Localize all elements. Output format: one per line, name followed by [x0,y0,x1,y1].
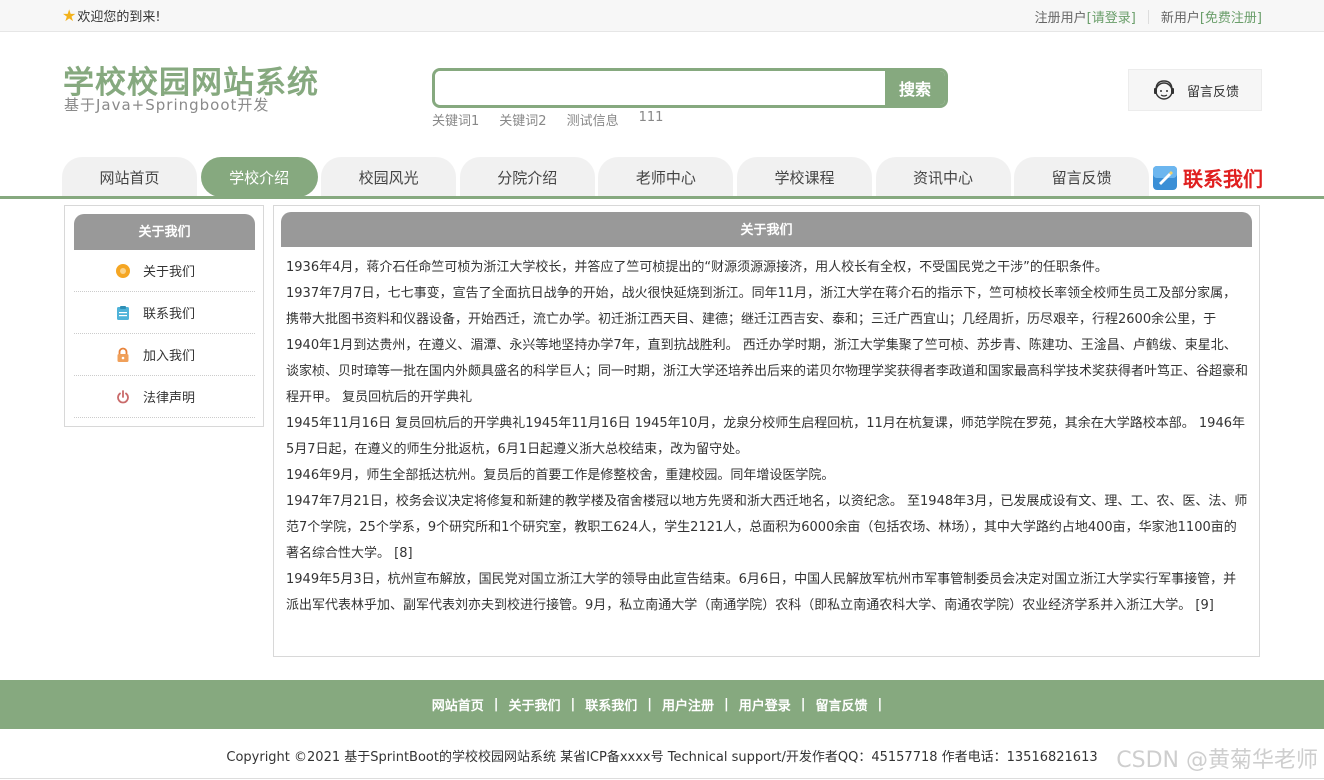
footer-separator: | [647,697,652,712]
footer-link-about[interactable]: 关于我们 [508,695,560,714]
sidebar-item-legal[interactable]: 法律声明 [74,376,255,418]
power-icon [117,389,129,403]
main-nav: 网站首页 学校介绍 校园风光 分院介绍 老师中心 学校课程 资讯中心 留言反馈 [62,157,1153,197]
keyword-link[interactable]: 关键词1 [432,110,479,129]
article-paragraph: 1946年9月，师生全部抵达杭州。复员后的首要工作是修整校舍，重建校园。同年增设… [286,468,835,483]
welcome-message: ★ 欢迎您的到来! [62,6,161,25]
register-link[interactable]: [免费注册] [1200,7,1262,26]
customer-service-icon [1154,80,1174,100]
top-bar: ★ 欢迎您的到来! 注册用户 [请登录] 新用户 [免费注册] [0,0,1324,32]
footer-nav: 网站首页 | 关于我们 | 联系我们 | 用户注册 | 用户登录 | 留言反馈 | [0,680,1324,729]
hot-keywords: 关键词1 关键词2 测试信息 111 [432,110,663,129]
footer-link-feedback[interactable]: 留言反馈 [816,695,868,714]
sidebar-item-label: 加入我们 [143,349,196,364]
sidebar-menu: 关于我们 联系我们 加入我们 法律声明 [74,250,255,418]
sidebar: 关于我们 关于我们 联系我们 加入我们 法律声明 [64,205,264,427]
nav-item-home[interactable]: 网站首页 [62,157,197,197]
nav-item-branch-intro[interactable]: 分院介绍 [459,157,595,197]
site-subtitle: 基于Java+Springboot开发 [64,96,270,114]
nav-item-teacher-center[interactable]: 老师中心 [598,157,734,197]
content-title: 关于我们 [281,212,1252,247]
footer-link-register[interactable]: 用户注册 [662,695,714,714]
content-panel: 关于我们 1936年4月，蒋介石任命竺可桢为浙江大学校长，并答应了竺可桢提出的“… [273,205,1260,657]
keyword-link[interactable]: 关键词2 [499,110,546,129]
feedback-label: 留言反馈 [1187,84,1240,100]
footer-separator: | [570,697,576,712]
keyword-link[interactable]: 测试信息 [567,110,619,129]
keyword-link[interactable]: 111 [639,110,664,129]
sidebar-item-about-us[interactable]: 关于我们 [74,250,255,292]
nav-divider [0,196,1324,199]
new-user-label: 新用户 [1160,11,1200,26]
article-paragraph: 1936年4月，蒋介石任命竺可桢为浙江大学校长，并答应了竺可桢提出的“财源须源源… [286,260,1108,275]
search-button[interactable]: 搜索 [885,71,945,105]
search-bar: 搜索 [432,68,948,108]
footer-separator: | [877,697,883,712]
bottom-divider [0,778,1324,779]
account-links: 注册用户 [请登录] 新用户 [免费注册] [1035,7,1262,26]
registered-user-label: 注册用户 [1034,11,1087,26]
nav-item-courses[interactable]: 学校课程 [736,157,872,197]
login-link[interactable]: [请登录] [1087,7,1136,26]
contact-us-link[interactable]: 联系我们 [1152,163,1263,192]
search-input[interactable] [435,71,885,105]
nav-item-campus-scenery[interactable]: 校园风光 [321,157,457,197]
feedback-button[interactable]: 留言反馈 [1128,69,1262,111]
article-paragraph: 1949年5月3日，杭州宣布解放，国民党对国立浙江大学的领导由此宣告结束。6月6… [286,572,1237,613]
nav-item-feedback[interactable]: 留言反馈 [1014,157,1150,197]
footer-separator: | [800,697,806,712]
footer-separator: | [493,697,499,712]
footer-link-contact[interactable]: 联系我们 [585,695,637,714]
footer-link-home[interactable]: 网站首页 [432,695,484,714]
clipboard-icon [117,305,129,320]
contact-us-label: 联系我们 [1183,167,1263,191]
footer-separator: | [724,697,729,712]
nav-item-school-intro[interactable]: 学校介绍 [200,157,318,197]
sidebar-item-label: 法律声明 [143,391,196,406]
sidebar-item-contact-us[interactable]: 联系我们 [74,292,255,334]
nav-item-news[interactable]: 资讯中心 [875,157,1011,197]
article-paragraph: 1937年7月7日，七七事变，宣告了全面抗日战争的开始，战火很快延烧到浙江。同年… [286,286,1249,405]
star-icon: ★ [62,5,77,25]
orange-circle-icon [116,263,130,278]
article-body: 1936年4月，蒋介石任命竺可桢为浙江大学校长，并答应了竺可桢提出的“财源须源源… [286,255,1248,619]
sidebar-item-label: 关于我们 [143,265,196,280]
phone-card-icon [1153,165,1177,190]
article-paragraph: 1945年11月16日 复员回杭后的开学典礼1945年11月16日 1945年1… [286,416,1245,457]
sidebar-title: 关于我们 [74,214,255,250]
footer-link-login[interactable]: 用户登录 [739,695,791,714]
sidebar-item-label: 联系我们 [143,307,196,322]
sidebar-item-join-us[interactable]: 加入我们 [74,334,255,376]
article-paragraph: 1947年7月21日，校务会议决定将修复和新建的教学楼及宿舍楼冠以地方先贤和浙大… [286,494,1248,561]
lock-icon [117,347,129,362]
watermark: CSDN @黄菊华老师 [1116,748,1318,773]
divider [1147,9,1149,24]
welcome-text: 欢迎您的到来! [77,10,161,25]
